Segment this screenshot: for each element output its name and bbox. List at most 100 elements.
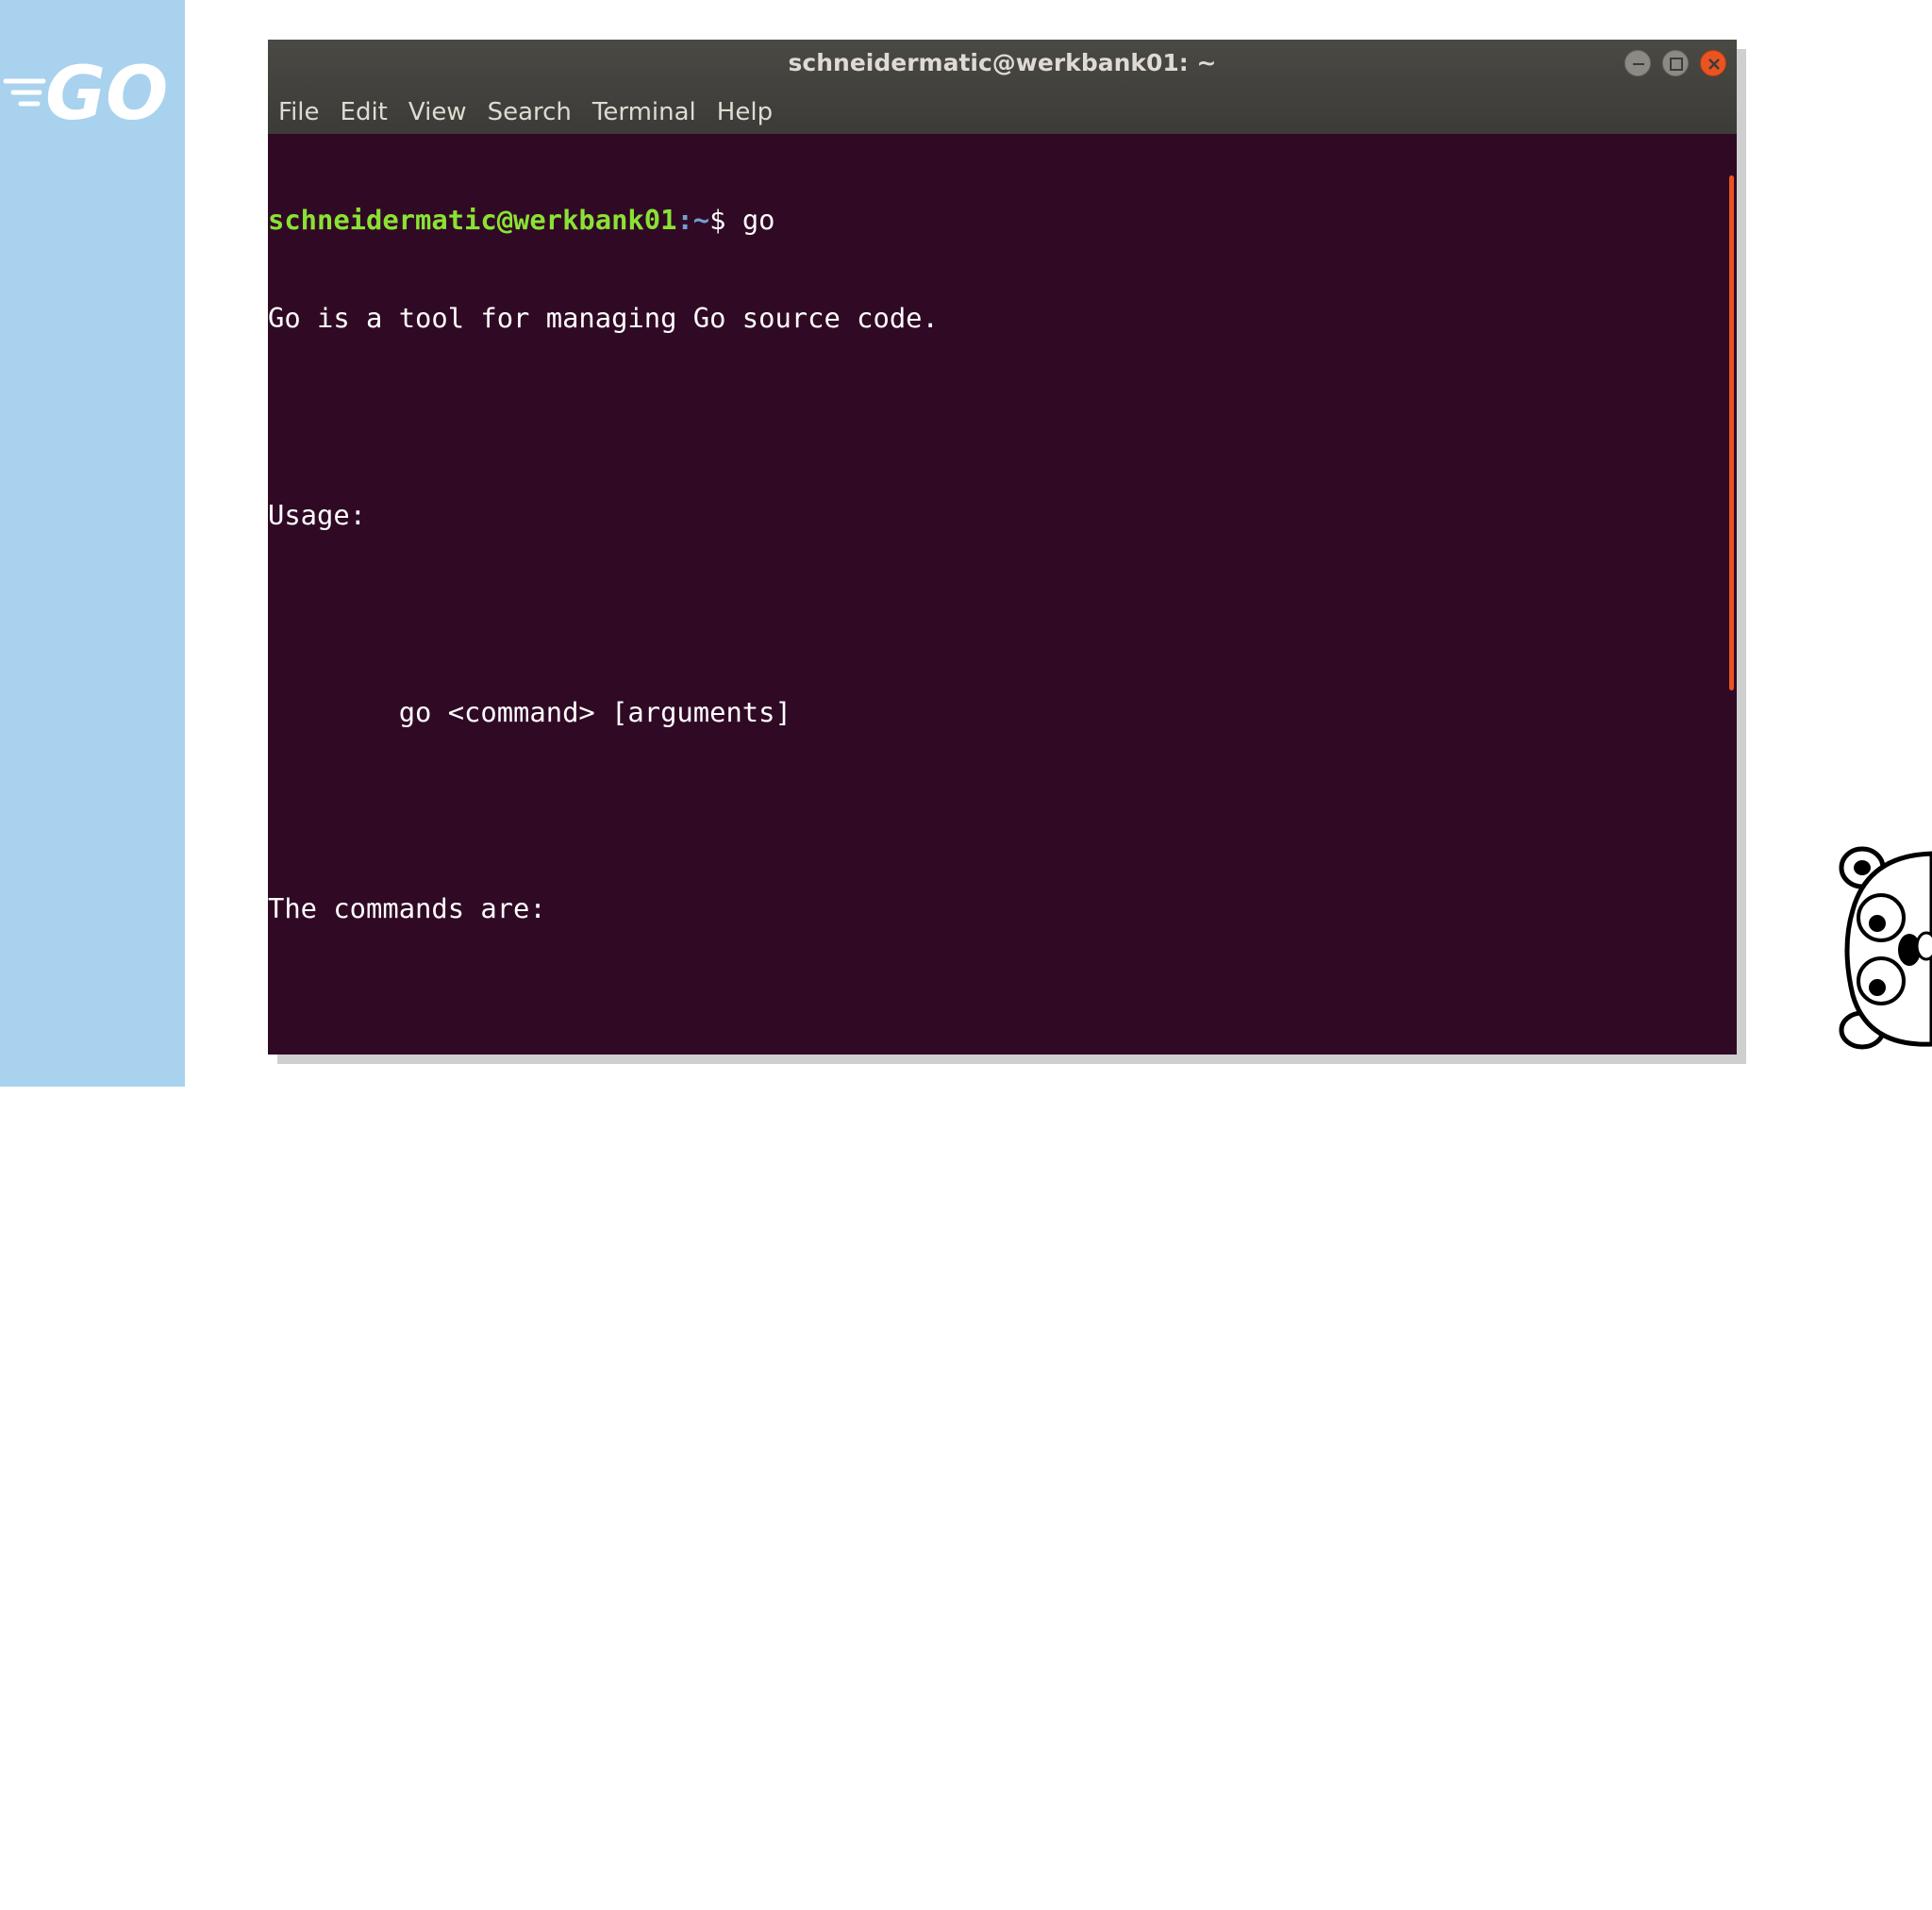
command-name: bug (398, 1089, 448, 1122)
command-description: gofmt (reformat) package sources (595, 1286, 1120, 1319)
command-description: module maintenance (595, 1450, 891, 1483)
commands-label: The commands are: (268, 892, 546, 925)
footer-line: Use "go help <command>" for more informa… (268, 1811, 1266, 1844)
menu-file[interactable]: File (268, 98, 330, 126)
minimize-icon (1633, 63, 1644, 65)
gopher-mascot-icon (1839, 846, 1932, 1050)
command-name: run (398, 1483, 448, 1516)
command-name: clean (398, 1154, 481, 1188)
command-description: update packages to use new APIs (595, 1254, 1104, 1287)
command-description: compile and run Go program (595, 1483, 1022, 1516)
command-name: doc (398, 1188, 448, 1221)
go-logo-icon: GO (3, 52, 168, 134)
menu-view[interactable]: View (398, 98, 477, 126)
command-list: bug start a bug report build compile packa… (268, 1089, 1349, 1648)
command-row: mod module maintenance (268, 1451, 1348, 1484)
close-button[interactable] (1700, 50, 1726, 76)
command-name: mod (398, 1450, 448, 1483)
command-description: compile packages and dependencies (595, 1121, 1136, 1154)
command-name: get (398, 1352, 448, 1385)
menu-edit[interactable]: Edit (330, 98, 398, 126)
command-description: download and install packages and depend… (595, 1352, 1349, 1385)
command-row: generate generate Go files by processing … (268, 1320, 1348, 1353)
maximize-button[interactable] (1662, 50, 1689, 76)
command-description: test packages (595, 1516, 809, 1549)
command-description: run specified go tool (595, 1549, 940, 1582)
usage-line: go <command> [arguments] (268, 695, 791, 728)
command-row: tool run specified go tool (268, 1549, 1348, 1582)
intro-line: Go is a tool for managing Go source code… (268, 301, 939, 334)
command-row: test test packages (268, 1516, 1348, 1549)
terminal-window: schneidermatic@werkbank01: ~ File Edit V… (268, 40, 1737, 1844)
command-row: list list packages or modules (268, 1418, 1348, 1451)
command-row: vet report likely mistakes in packages (268, 1615, 1348, 1648)
command-description: print Go environment information (595, 1221, 1120, 1254)
command-name: build (398, 1121, 481, 1154)
terminal-output[interactable]: schneidermatic@werkbank01:~$ go Go is a … (268, 134, 1726, 1844)
scrollbar-thumb[interactable] (1729, 175, 1734, 690)
command-row: run compile and run Go program (268, 1484, 1348, 1517)
prompt-user: schneidermatic@werkbank01 (268, 203, 677, 236)
command-row: env print Go environment information (268, 1221, 1348, 1254)
command-row: doc show documentation for package or sym… (268, 1188, 1348, 1221)
terminal-scrollbar[interactable] (1726, 134, 1737, 1055)
command-row: fmt gofmt (reformat) package sources (268, 1287, 1348, 1320)
command-row: get download and install packages and dep… (268, 1352, 1349, 1385)
command-description: print Go version (595, 1582, 858, 1615)
command-name: fmt (398, 1286, 448, 1319)
typed-command: go (741, 203, 775, 236)
menu-terminal[interactable]: Terminal (582, 98, 707, 126)
menu-help[interactable]: Help (707, 98, 783, 126)
command-name: generate (398, 1319, 530, 1352)
command-description: show documentation for package or symbol (595, 1188, 1251, 1221)
command-row: fix update packages to use new APIs (268, 1254, 1348, 1287)
command-name: list (398, 1418, 465, 1451)
command-row: version print Go version (268, 1582, 1348, 1615)
command-name: version (398, 1582, 514, 1615)
command-description: start a bug report (595, 1089, 891, 1122)
maximize-icon (1670, 58, 1683, 71)
close-icon (1708, 58, 1720, 70)
command-description: generate Go files by processing source (595, 1319, 1218, 1352)
command-description: compile and install packages and depende… (595, 1385, 1332, 1418)
window-title: schneidermatic@werkbank01: ~ (788, 49, 1217, 76)
command-name: tool (398, 1549, 465, 1582)
command-name: install (398, 1385, 514, 1418)
command-row: install compile and install packages and … (268, 1385, 1348, 1418)
command-row: bug start a bug report (268, 1089, 1348, 1122)
minimize-button[interactable] (1624, 50, 1651, 76)
command-row: clean remove object files and cached file… (268, 1155, 1348, 1188)
command-name: env (398, 1221, 448, 1254)
command-name: vet (398, 1614, 448, 1647)
go-logo-text: GO (45, 52, 168, 134)
prompt-symbol: $ (709, 203, 742, 236)
command-description: report likely mistakes in packages (595, 1614, 1153, 1647)
command-description: list packages or modules (595, 1418, 989, 1451)
command-row: build compile packages and dependencies (268, 1122, 1348, 1155)
menu-search[interactable]: Search (477, 98, 582, 126)
usage-label: Usage: (268, 498, 367, 531)
command-name: fix (398, 1254, 448, 1287)
window-titlebar[interactable]: schneidermatic@werkbank01: ~ File Edit V… (268, 40, 1737, 134)
